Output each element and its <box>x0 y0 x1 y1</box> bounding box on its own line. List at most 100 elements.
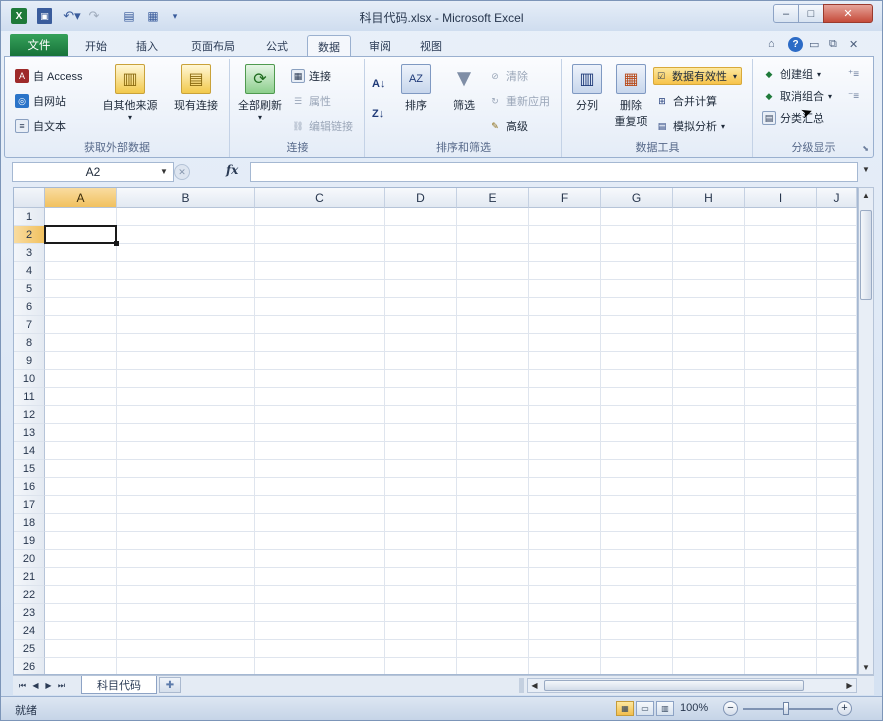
edit-links-button[interactable]: ⛓ 编辑链接 <box>291 117 353 135</box>
column-header[interactable]: D <box>385 188 457 208</box>
existing-connections-button[interactable]: ▤ 现有连接 <box>167 64 225 113</box>
row-header[interactable]: 17 <box>14 496 45 514</box>
column-header[interactable]: E <box>457 188 529 208</box>
row-header[interactable]: 20 <box>14 550 45 568</box>
scroll-left-icon[interactable]: ◀ <box>528 679 541 692</box>
row-header[interactable]: 22 <box>14 586 45 604</box>
tab-split-handle[interactable] <box>519 678 524 693</box>
from-web-button[interactable]: ◎ 自网站 <box>15 92 66 110</box>
connections-button[interactable]: ▦ 连接 <box>291 67 331 85</box>
tab-page-layout[interactable]: 页面布局 <box>181 35 245 57</box>
scroll-up-icon[interactable]: ▲ <box>859 188 873 202</box>
formula-input[interactable] <box>250 162 858 182</box>
from-other-sources-button[interactable]: ▥ 自其他来源 ▾ <box>95 64 165 122</box>
row-header[interactable]: 11 <box>14 388 45 406</box>
refresh-all-button[interactable]: ⟳ 全部刷新 ▾ <box>233 64 287 122</box>
row-header[interactable]: 13 <box>14 424 45 442</box>
row-header[interactable]: 2 <box>14 226 45 244</box>
column-header[interactable]: C <box>255 188 385 208</box>
tab-view[interactable]: 视图 <box>412 35 450 57</box>
ungroup-button[interactable]: ◆ 取消组合 ▾ <box>762 87 832 105</box>
row-header[interactable]: 15 <box>14 460 45 478</box>
page-layout-view-icon[interactable]: ▭ <box>636 701 654 716</box>
row-header[interactable]: 9 <box>14 352 45 370</box>
from-access-button[interactable]: A 自 Access <box>15 67 83 85</box>
ribbon-collapse-icon[interactable]: ⌂ <box>768 38 775 50</box>
close-button[interactable]: ✕ <box>823 4 873 23</box>
row-header[interactable]: 14 <box>14 442 45 460</box>
wb-minimize-icon[interactable]: ▭ <box>809 38 819 51</box>
scroll-down-icon[interactable]: ▼ <box>859 660 873 674</box>
insert-sheet-icon[interactable]: ✚ <box>159 677 181 693</box>
help-icon[interactable]: ? <box>788 37 803 52</box>
properties-button[interactable]: ☰ 属性 <box>291 92 331 110</box>
column-header[interactable]: A <box>45 188 117 208</box>
first-sheet-icon[interactable]: ⏮ <box>17 679 28 692</box>
row-header[interactable]: 10 <box>14 370 45 388</box>
from-text-button[interactable]: ≡ 自文本 <box>15 117 66 135</box>
minimize-button[interactable]: – <box>773 4 799 23</box>
row-header[interactable]: 25 <box>14 640 45 658</box>
formula-cancel-icon[interactable]: ✕ <box>174 164 190 180</box>
fill-handle[interactable] <box>114 241 119 246</box>
what-if-analysis-button[interactable]: ▤ 模拟分析 ▾ <box>655 117 725 135</box>
row-header[interactable]: 21 <box>14 568 45 586</box>
column-header[interactable]: J <box>817 188 857 208</box>
row-header[interactable]: 8 <box>14 334 45 352</box>
name-box[interactable]: A2 <box>12 162 174 182</box>
row-header[interactable]: 7 <box>14 316 45 334</box>
consolidate-button[interactable]: ⊞ 合并计算 <box>655 92 717 110</box>
next-sheet-icon[interactable]: ▶ <box>43 679 54 692</box>
tab-data[interactable]: 数据 <box>307 35 351 57</box>
row-header[interactable]: 23 <box>14 604 45 622</box>
data-validation-button[interactable]: ☑ 数据有效性 ▾ <box>653 67 743 85</box>
row-header[interactable]: 16 <box>14 478 45 496</box>
zoom-in-button[interactable]: + <box>837 701 852 716</box>
clear-filter-button[interactable]: ⊘ 清除 <box>488 67 528 85</box>
normal-view-icon[interactable]: ▦ <box>616 701 634 716</box>
filter-button[interactable]: ▼ 筛选 <box>444 64 484 113</box>
row-header[interactable]: 1 <box>14 208 45 226</box>
prev-sheet-icon[interactable]: ◀ <box>30 679 41 692</box>
column-header[interactable]: H <box>673 188 745 208</box>
wb-restore-icon[interactable]: ⧉ <box>829 38 837 51</box>
tab-insert[interactable]: 插入 <box>128 35 166 57</box>
maximize-button[interactable]: □ <box>798 4 824 23</box>
select-all-corner[interactable] <box>14 188 45 208</box>
group-button[interactable]: ◆ 创建组 ▾ <box>762 65 821 83</box>
tab-review[interactable]: 审阅 <box>361 35 399 57</box>
column-header[interactable]: I <box>745 188 817 208</box>
reapply-button[interactable]: ↻ 重新应用 <box>488 92 550 110</box>
worksheet-grid[interactable]: ABCDEFGHIJ 1 2 3 4 5 6 7 8 9 10 11 12 13 14 15 16 17 18 19… <box>13 187 858 675</box>
advanced-filter-button[interactable]: ✎ 高级 <box>488 117 528 135</box>
sort-button[interactable]: AZ 排序 <box>396 64 436 113</box>
vertical-scrollbar[interactable]: ▲ ▼ <box>858 187 874 675</box>
row-header[interactable]: 3 <box>14 244 45 262</box>
sheet-tab-active[interactable]: 科目代码 <box>81 676 157 694</box>
page-break-view-icon[interactable]: ▥ <box>656 701 674 716</box>
name-box-dropdown-icon[interactable]: ▼ <box>160 167 168 176</box>
row-header[interactable]: 19 <box>14 532 45 550</box>
horizontal-scrollbar[interactable]: ◀ ▶ <box>527 678 857 693</box>
insert-function-button[interactable]: fx <box>226 163 246 181</box>
last-sheet-icon[interactable]: ⏭ <box>56 679 67 692</box>
zoom-out-button[interactable]: − <box>723 701 738 716</box>
zoom-slider-thumb[interactable] <box>783 702 789 715</box>
horizontal-scroll-thumb[interactable] <box>544 680 804 691</box>
sort-z-a-icon[interactable]: Z↓ <box>372 105 384 123</box>
tab-home[interactable]: 开始 <box>77 35 115 57</box>
tab-file[interactable]: 文件 <box>10 34 68 56</box>
wb-close-icon[interactable]: ✕ <box>849 38 858 51</box>
column-header[interactable]: F <box>529 188 601 208</box>
dialog-launcher-icon[interactable]: ⬊ <box>862 144 869 153</box>
row-header[interactable]: 26 <box>14 658 45 674</box>
sort-a-z-icon[interactable]: A↓ <box>372 75 385 93</box>
active-cell[interactable] <box>44 225 117 244</box>
show-detail-icon[interactable]: ⁺≡ <box>848 65 859 83</box>
hide-detail-icon[interactable]: ⁻≡ <box>848 87 859 105</box>
text-to-columns-button[interactable]: ▥ 分列 <box>567 64 607 113</box>
row-header[interactable]: 18 <box>14 514 45 532</box>
column-header[interactable]: G <box>601 188 673 208</box>
row-header[interactable]: 24 <box>14 622 45 640</box>
row-header[interactable]: 4 <box>14 262 45 280</box>
